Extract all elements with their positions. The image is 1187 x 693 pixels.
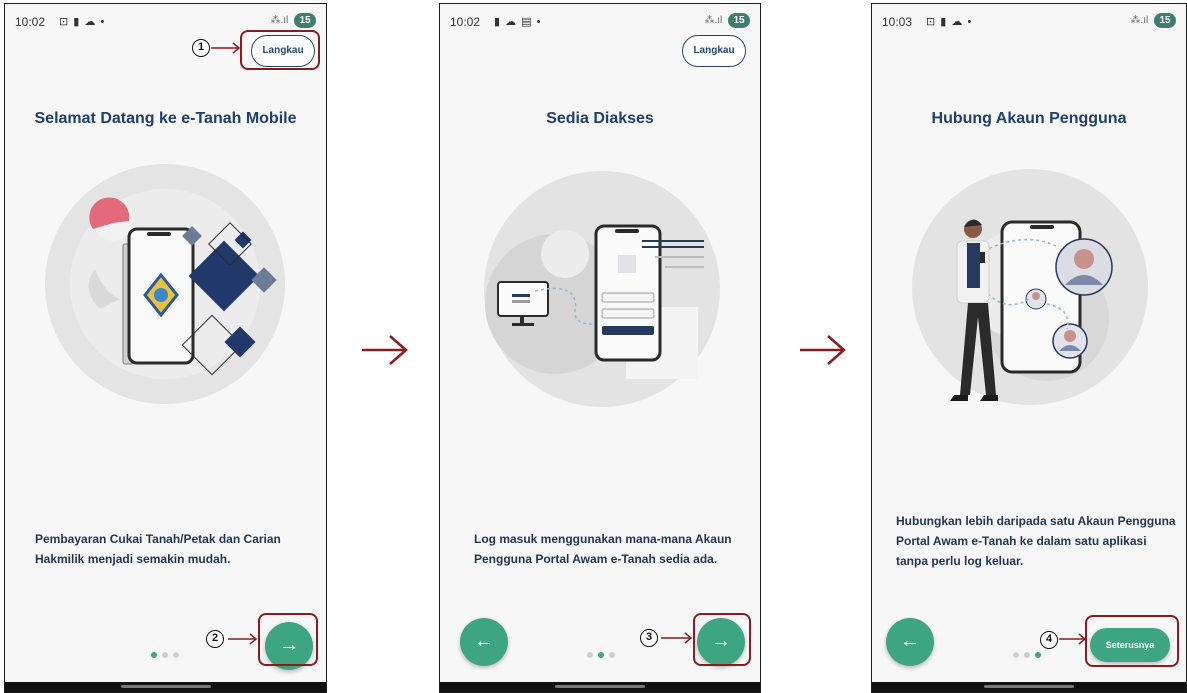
- callout-highlight: [1085, 615, 1179, 667]
- page-dot: [609, 652, 615, 658]
- status-time: 10:03: [882, 15, 913, 29]
- signal-icon: ⁂.ıl: [270, 15, 289, 26]
- page-dot: [1035, 652, 1041, 658]
- page-dot: [1013, 652, 1019, 658]
- arrow-left-icon: ←: [900, 630, 920, 652]
- battery-icon: 15: [1154, 13, 1176, 28]
- home-indicator[interactable]: [555, 685, 645, 688]
- back-button[interactable]: ←: [460, 618, 508, 666]
- status-icons: ▮ ☁ ▤ •: [494, 16, 542, 28]
- page-indicator: [587, 645, 620, 658]
- status-icons: ⊡ ▮ ☁ •: [926, 16, 973, 28]
- page-dot: [173, 652, 179, 658]
- page-dot: [598, 652, 604, 658]
- status-time: 10:02: [15, 15, 46, 29]
- description-text: Log masuk menggunakan mana-mana Akaun Pe…: [474, 532, 732, 566]
- callout-highlight: [693, 613, 751, 666]
- step-marker: 4: [1040, 631, 1058, 649]
- step-marker: 1: [192, 39, 210, 57]
- flow-arrow-icon: [362, 335, 408, 365]
- page-title: Sedia Diakses: [546, 110, 654, 127]
- status-right: ⁂.ıl 15: [1130, 13, 1176, 28]
- signal-icon: ⁂.ıl: [704, 15, 723, 26]
- access-illustration: [484, 171, 720, 407]
- link-accounts-illustration: [912, 169, 1148, 405]
- page-title: Hubung Akaun Pengguna: [931, 110, 1127, 127]
- leader-arrow-icon: [661, 632, 693, 644]
- status-bar: 10:03 ⊡ ▮ ☁ • ⁂.ıl 15: [882, 13, 1176, 31]
- back-button[interactable]: ←: [886, 618, 934, 666]
- phone-screen-1: 10:02 ⊡ ▮ ☁ • ⁂.ıl 15 Langkau Selamat Da…: [4, 3, 327, 693]
- status-icons: ⊡ ▮ ☁ •: [59, 16, 106, 28]
- callout-highlight: [240, 30, 320, 70]
- battery-icon: 15: [294, 13, 316, 28]
- status-time: 10:02: [450, 15, 481, 29]
- status-bar: 10:02 ▮ ☁ ▤ • ⁂.ıl 15: [450, 13, 750, 31]
- page-dot: [587, 652, 593, 658]
- status-right: ⁂.ıl 15: [704, 13, 750, 28]
- status-bar: 10:02 ⊡ ▮ ☁ • ⁂.ıl 15: [15, 13, 316, 31]
- description-text: Hubungkan lebih daripada satu Akaun Peng…: [896, 514, 1176, 568]
- callout-highlight: [258, 613, 318, 666]
- status-right: ⁂.ıl 15: [270, 13, 316, 28]
- flow-arrow-icon: [800, 335, 846, 365]
- signal-icon: ⁂.ıl: [1130, 15, 1149, 26]
- leader-arrow-icon: [211, 42, 241, 54]
- step-marker: 2: [206, 630, 224, 648]
- leader-arrow-icon: [228, 633, 258, 645]
- battery-icon: 15: [728, 13, 750, 28]
- page-dot: [1024, 652, 1030, 658]
- system-nav-bar: [440, 682, 760, 692]
- welcome-illustration: [45, 164, 285, 404]
- arrow-left-icon: ←: [474, 630, 494, 652]
- page-title: Selamat Datang ke e-Tanah Mobile: [34, 110, 297, 127]
- phone-screen-2: 10:02 ▮ ☁ ▤ • ⁂.ıl 15 Langkau Sedia Diak…: [439, 3, 761, 693]
- step-marker: 3: [640, 629, 658, 647]
- home-indicator[interactable]: [120, 685, 211, 688]
- skip-button[interactable]: Langkau: [682, 35, 746, 67]
- page-indicator: [1013, 645, 1046, 658]
- phone-screen-3: 10:03 ⊡ ▮ ☁ • ⁂.ıl 15 Hubung Akaun Pengg…: [871, 3, 1187, 693]
- page-dot: [151, 652, 157, 658]
- leader-arrow-icon: [1059, 633, 1087, 645]
- system-nav-bar: [872, 682, 1186, 692]
- home-indicator[interactable]: [984, 685, 1074, 688]
- page-dot: [162, 652, 168, 658]
- system-nav-bar: [5, 682, 326, 692]
- description-text: Pembayaran Cukai Tanah/Petak dan Carian …: [35, 532, 281, 566]
- page-indicator: [151, 645, 184, 658]
